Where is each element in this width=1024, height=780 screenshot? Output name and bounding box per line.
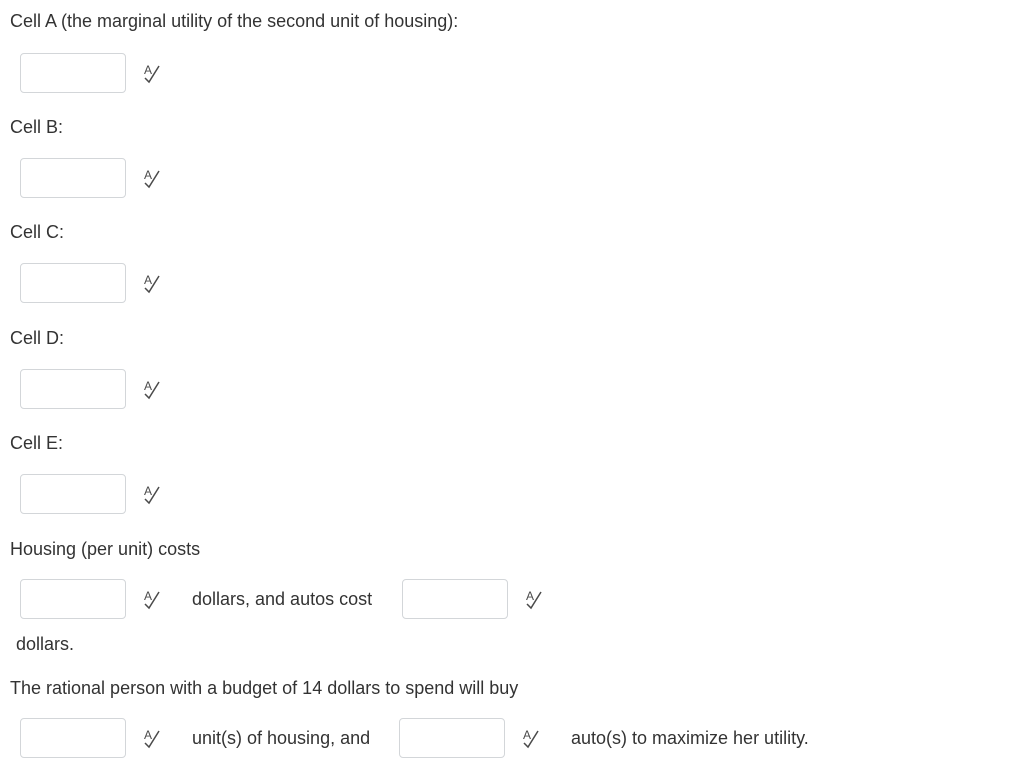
budget-between-text: unit(s) of housing, and <box>192 728 371 748</box>
spell-check-icon[interactable]: A <box>142 272 162 294</box>
cell-d-input[interactable] <box>20 369 126 409</box>
spell-check-icon[interactable]: A <box>142 62 162 84</box>
spell-check-icon[interactable]: A <box>142 167 162 189</box>
svg-text:A: A <box>144 168 152 182</box>
costs-trailing-text: dollars. <box>16 634 75 654</box>
costs-between-text: dollars, and autos cost <box>192 589 373 609</box>
svg-text:A: A <box>144 589 152 603</box>
svg-text:A: A <box>144 728 152 742</box>
cell-a-label: Cell A (the marginal utility of the seco… <box>10 11 459 31</box>
spell-check-icon[interactable]: A <box>142 378 162 400</box>
budget-intro-text: The rational person with a budget of 14 … <box>10 678 519 698</box>
svg-text:A: A <box>144 273 152 287</box>
cell-e-input[interactable] <box>20 474 126 514</box>
spell-check-icon[interactable]: A <box>142 588 162 610</box>
cell-c-label: Cell C: <box>10 222 65 242</box>
cell-c-input[interactable] <box>20 263 126 303</box>
cell-e-label: Cell E: <box>10 433 64 453</box>
svg-text:A: A <box>526 589 534 603</box>
spell-check-icon[interactable]: A <box>142 483 162 505</box>
spell-check-icon[interactable]: A <box>521 727 541 749</box>
cell-b-label: Cell B: <box>10 117 64 137</box>
cell-b-input[interactable] <box>20 158 126 198</box>
svg-text:A: A <box>144 484 152 498</box>
autos-cost-input[interactable] <box>402 579 508 619</box>
budget-trailing-text: auto(s) to maximize her utility. <box>571 728 809 748</box>
housing-cost-input[interactable] <box>20 579 126 619</box>
housing-units-input[interactable] <box>20 718 126 758</box>
svg-text:A: A <box>144 379 152 393</box>
spell-check-icon[interactable]: A <box>524 588 544 610</box>
cell-d-label: Cell D: <box>10 328 65 348</box>
svg-text:A: A <box>523 728 531 742</box>
costs-intro-text: Housing (per unit) costs <box>10 539 201 559</box>
cell-a-input[interactable] <box>20 53 126 93</box>
svg-text:A: A <box>144 63 152 77</box>
auto-units-input[interactable] <box>399 718 505 758</box>
spell-check-icon[interactable]: A <box>142 727 162 749</box>
